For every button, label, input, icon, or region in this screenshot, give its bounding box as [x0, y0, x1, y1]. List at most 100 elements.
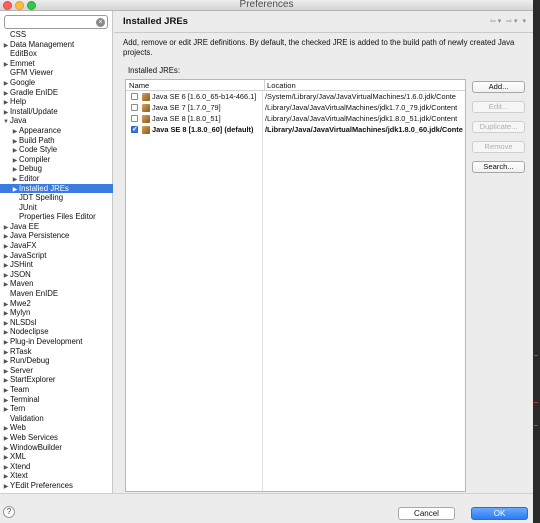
default-jre-checkbox[interactable] — [131, 124, 138, 135]
column-divider — [262, 91, 263, 491]
tree-item[interactable]: ▶ YEdit Preferences — [0, 481, 113, 491]
filter-input[interactable] — [5, 16, 93, 28]
filter-field[interactable]: × — [4, 15, 108, 29]
default-jre-checkbox[interactable] — [131, 93, 138, 100]
tree-item[interactable]: ▶ JavaScript — [0, 251, 113, 261]
tree-item[interactable]: ▶ Help — [0, 97, 113, 107]
tree-item[interactable]: ▶ JSHint — [0, 260, 113, 270]
tree-item-label: Java Persistence — [10, 231, 70, 241]
tree-item[interactable]: ▶ Java EE — [0, 222, 113, 232]
tree-item[interactable]: ▶ Compiler — [0, 155, 113, 165]
tree-item[interactable]: ▶ Tern — [0, 404, 113, 414]
tree-item[interactable]: ▶ Xtend — [0, 462, 113, 472]
jre-location: /Library/Java/JavaVirtualMachines/jdk1.7… — [265, 103, 458, 112]
tree-item[interactable]: ▶ Plug-in Development — [0, 337, 113, 347]
tree-item[interactable]: ▶ Nodeclipse — [0, 327, 113, 337]
tree-item-label: Install/Update — [10, 106, 58, 116]
forward-icon[interactable]: ⇨ ▾ — [506, 18, 517, 25]
tree-item[interactable]: EditBox — [0, 49, 113, 59]
tree-item[interactable]: ▶ Web — [0, 423, 113, 433]
default-jre-checkbox[interactable] — [131, 104, 138, 111]
tree-item[interactable]: ▶ Mwe2 — [0, 299, 113, 309]
tree-item[interactable]: ▶ Xtext — [0, 471, 113, 481]
tree-item-label: Terminal — [10, 394, 40, 404]
tree-item[interactable]: ▼Java — [0, 116, 113, 126]
column-header-location[interactable]: Location — [264, 80, 296, 91]
tree-item[interactable]: ▶ StartExplorer — [0, 375, 113, 385]
tree-item[interactable]: Maven EnIDE — [0, 289, 113, 299]
tree-item[interactable]: ▶ Build Path — [0, 136, 113, 146]
tree-item[interactable]: Properties Files Editor — [0, 212, 113, 222]
table-row[interactable]: Java SE 8 [1.8.0_51] /Library/Java/JavaVi… — [126, 113, 465, 124]
tree-item[interactable]: ▶ Java Persistence — [0, 231, 113, 241]
tree-item[interactable]: ▶ Server — [0, 366, 113, 376]
tree-item[interactable]: ▶ RTask — [0, 347, 113, 357]
preference-tree-panel: × CSS ▶ Data Management EditBox ▶ Emmet GFM Vi… — [0, 11, 113, 493]
tree-item[interactable]: ▶ Maven — [0, 279, 113, 289]
clear-icon[interactable]: × — [96, 18, 105, 27]
tree-item[interactable]: ▶ Data Management — [0, 40, 113, 50]
table-actions: Add... Edit... Duplicate... Remove Searc… — [472, 81, 526, 181]
remove-button[interactable]: Remove — [472, 141, 525, 153]
edge-mark — [534, 355, 538, 356]
title-bar[interactable]: Preferences — [0, 0, 533, 11]
tree-item[interactable]: JUnit — [0, 203, 113, 213]
help-icon[interactable]: ? — [3, 506, 15, 518]
table-row[interactable]: Java SE 6 [1.6.0_65-b14-466.1] /System/Li… — [126, 91, 465, 102]
tree-item-label: JUnit — [19, 202, 37, 212]
tree-item[interactable]: ▶ Debug — [0, 164, 113, 174]
tree-item[interactable]: ▶ Mylyn — [0, 308, 113, 318]
tree-item-label: Emmet — [10, 58, 35, 68]
tree-item[interactable]: ▶ Installed JREs — [0, 183, 113, 194]
page-header: Installed JREs ⇦ ▾ ⇨ ▾ ▾ — [114, 11, 533, 33]
tree-item[interactable]: ▶ Emmet — [0, 59, 113, 69]
tree-item-label: Editor — [19, 173, 40, 183]
tree-item[interactable]: ▶ Install/Update — [0, 107, 113, 117]
tree-item[interactable]: ▶ Web Services — [0, 433, 113, 443]
duplicate-button[interactable]: Duplicate... — [472, 121, 525, 133]
tree-item[interactable]: ▶ Google — [0, 78, 113, 88]
tree-item-label: Google — [10, 77, 36, 87]
tree-item[interactable]: ▶ Terminal — [0, 395, 113, 405]
back-icon[interactable]: ⇦ ▾ — [490, 18, 501, 25]
default-jre-checkbox[interactable] — [131, 115, 138, 122]
tree-item[interactable]: ▶ XML — [0, 452, 113, 462]
tree-item[interactable]: ▶ Editor — [0, 174, 113, 184]
tree-item-label: Mylyn — [10, 308, 31, 318]
table-row[interactable]: Java SE 7 [1.7.0_79] /Library/Java/JavaVi… — [126, 102, 465, 113]
tree-item[interactable]: ▶ NLSDsl — [0, 318, 113, 328]
tree-item[interactable]: ▶ JavaFX — [0, 241, 113, 251]
tree-item[interactable]: ▶ Code Style — [0, 145, 113, 155]
tree-item-label: Compiler — [19, 154, 51, 164]
jre-name: Java SE 6 [1.6.0_65-b14-466.1] — [152, 92, 257, 101]
add-button[interactable]: Add... — [472, 81, 525, 93]
ok-button[interactable]: OK — [471, 507, 528, 520]
tree-item-label: Appearance — [19, 125, 62, 135]
column-header-name[interactable]: Name — [129, 80, 149, 91]
tree-item[interactable]: ▶ Appearance — [0, 126, 113, 136]
tree-item-label: Server — [10, 365, 33, 375]
cancel-button[interactable]: Cancel — [398, 507, 455, 520]
tree-item[interactable]: ▶ Team — [0, 385, 113, 395]
chevron-right-icon[interactable]: ▶ — [2, 483, 10, 493]
preference-page: Installed JREs ⇦ ▾ ⇨ ▾ ▾ Add, remove or … — [114, 11, 533, 493]
tree-item[interactable]: ▶ Gradle EnIDE — [0, 88, 113, 98]
tree-item-label: Build Path — [19, 135, 55, 145]
table-body: Java SE 6 [1.6.0_65-b14-466.1] /System/Li… — [126, 91, 465, 135]
tree-item[interactable]: JDT Spelling — [0, 193, 113, 203]
view-menu-icon[interactable]: ▾ — [522, 18, 526, 25]
tree-item-label: JDT Spelling — [19, 193, 64, 203]
search-button[interactable]: Search... — [472, 161, 525, 173]
tree-item[interactable]: CSS — [0, 30, 113, 40]
tree-item-label: Maven EnIDE — [10, 289, 59, 299]
tree-item-label: Java EE — [10, 221, 40, 231]
tree-item[interactable]: ▶ WindowBuilder — [0, 443, 113, 453]
edit-button[interactable]: Edit... — [472, 101, 525, 113]
tree-item[interactable]: GFM Viewer — [0, 68, 113, 78]
tree-item-label: Validation — [10, 413, 44, 423]
tree-item[interactable]: ▶ JSON — [0, 270, 113, 280]
table-row[interactable]: Java SE 8 [1.8.0_60] (default) /Library/J… — [126, 124, 465, 135]
tree-item[interactable]: Validation — [0, 414, 113, 424]
tree-item-label: Xtext — [10, 471, 28, 481]
tree-item[interactable]: ▶ Run/Debug — [0, 356, 113, 366]
